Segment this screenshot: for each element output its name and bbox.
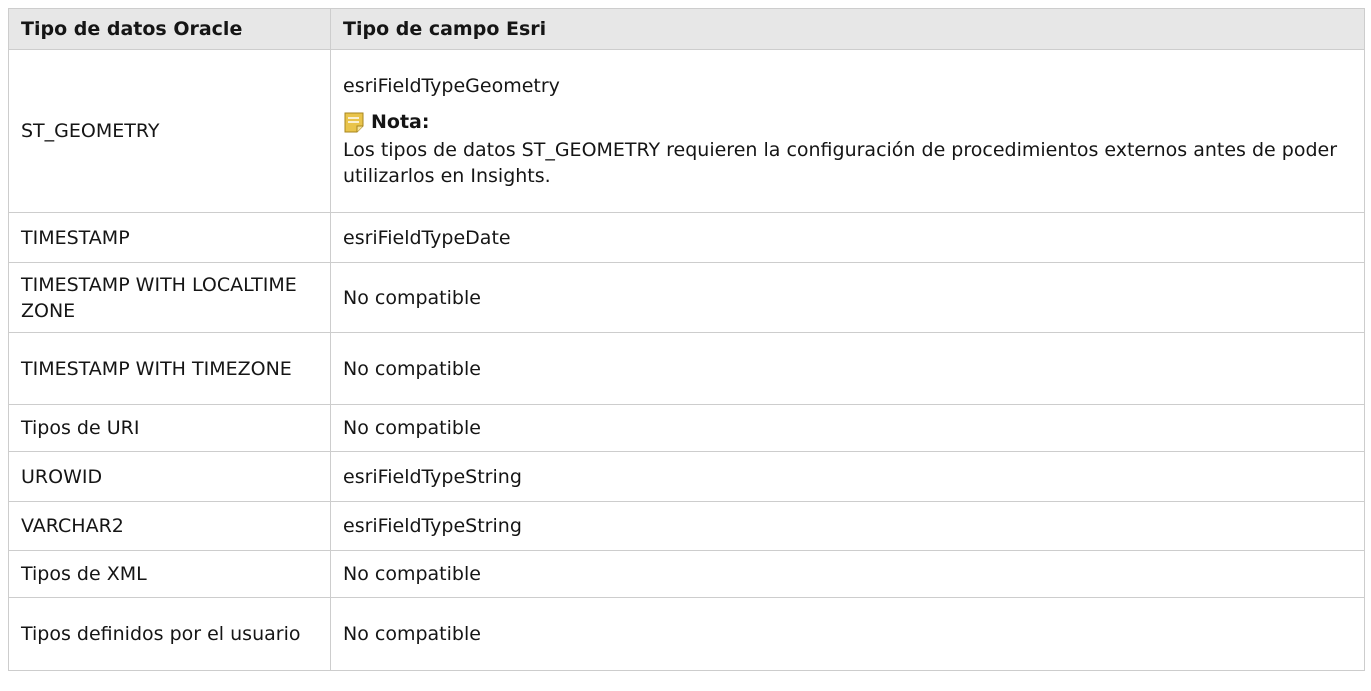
table-row: TIMESTAMP esriFieldTypeDate: [8, 212, 1365, 263]
table-row: Tipos de URI No compatible: [8, 404, 1365, 452]
oracle-type-cell: Tipos definidos por el usuario: [8, 597, 331, 671]
oracle-type-cell: ST_GEOMETRY: [8, 49, 331, 213]
table-row: Tipos definidos por el usuario No compat…: [8, 597, 1365, 671]
esri-type-cell: No compatible: [330, 550, 1365, 598]
data-type-mapping-table: Tipo de datos Oracle Tipo de campo Esri …: [8, 8, 1365, 671]
note-icon: [343, 111, 365, 133]
esri-type-cell: esriFieldTypeString: [330, 451, 1365, 502]
header-oracle-type: Tipo de datos Oracle: [8, 8, 331, 50]
esri-type-cell: No compatible: [330, 262, 1365, 333]
table-row: Tipos de XML No compatible: [8, 550, 1365, 598]
esri-type-value: esriFieldTypeGeometry: [343, 75, 560, 97]
oracle-type-cell: TIMESTAMP WITH TIMEZONE: [8, 332, 331, 405]
table-row: TIMESTAMP WITH TIMEZONE No compatible: [8, 332, 1365, 405]
oracle-type-cell: Tipos de URI: [8, 404, 331, 452]
esri-type-cell: No compatible: [330, 404, 1365, 452]
esri-type-cell: esriFieldTypeString: [330, 501, 1365, 551]
table-row: VARCHAR2 esriFieldTypeString: [8, 501, 1365, 551]
oracle-type-cell: TIMESTAMP WITH LOCALTIME ZONE: [8, 262, 331, 333]
table-row: UROWID esriFieldTypeString: [8, 451, 1365, 502]
table-row: TIMESTAMP WITH LOCALTIME ZONE No compati…: [8, 262, 1365, 333]
note-label: Nota:: [371, 111, 430, 133]
note-heading: Nota:: [343, 109, 1352, 135]
oracle-type-cell: VARCHAR2: [8, 501, 331, 551]
oracle-type-cell: UROWID: [8, 451, 331, 502]
oracle-type-cell: Tipos de XML: [8, 550, 331, 598]
esri-type-cell: esriFieldTypeGeometry Nota: Los tipos de…: [330, 49, 1365, 213]
esri-type-cell: esriFieldTypeDate: [330, 212, 1365, 263]
esri-type-cell: No compatible: [330, 597, 1365, 671]
table-row: ST_GEOMETRY esriFieldTypeGeometry Nota: …: [8, 49, 1365, 213]
esri-type-cell: No compatible: [330, 332, 1365, 405]
note-text: Los tipos de datos ST_GEOMETRY requieren…: [343, 139, 1338, 187]
page: Tipo de datos Oracle Tipo de campo Esri …: [0, 0, 1371, 691]
oracle-type-cell: TIMESTAMP: [8, 212, 331, 263]
table-header-row: Tipo de datos Oracle Tipo de campo Esri: [8, 8, 1365, 50]
header-esri-field-type: Tipo de campo Esri: [330, 8, 1365, 50]
